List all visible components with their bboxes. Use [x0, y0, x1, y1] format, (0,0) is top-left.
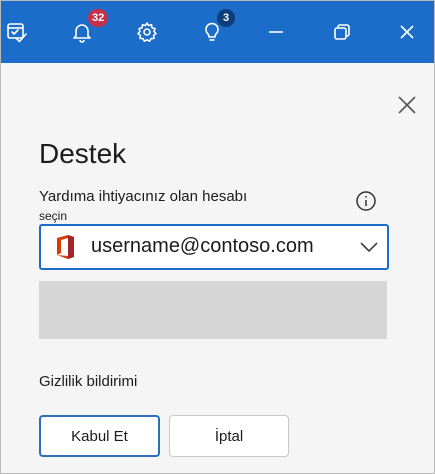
cancel-button[interactable]: İptal [169, 415, 289, 457]
privacy-notice-label: Gizlilik bildirimi [39, 373, 138, 390]
account-select[interactable]: username@contoso.com [39, 224, 389, 270]
restore-button[interactable] [317, 1, 367, 63]
close-icon [397, 95, 417, 120]
gear-icon [136, 21, 158, 43]
tips-button[interactable]: 3 [187, 1, 237, 63]
chevron-down-icon [359, 238, 379, 256]
support-window: 32 3 Destek Yardıma ihtiyacınız olan hes… [0, 0, 435, 474]
close-icon [398, 23, 416, 41]
calendar-check-icon [6, 21, 28, 43]
title-bar: 32 3 [1, 1, 434, 63]
selected-account: username@contoso.com [91, 235, 314, 257]
accept-button[interactable]: Kabul Et [39, 415, 160, 457]
notifications-count-badge: 32 [87, 8, 110, 28]
notifications-button[interactable]: 32 [57, 1, 110, 63]
tips-count-badge: 3 [216, 8, 236, 28]
my-day-button[interactable] [1, 1, 42, 63]
panel-close-button[interactable] [394, 94, 420, 120]
window-close-button[interactable] [382, 1, 432, 63]
settings-button[interactable] [122, 1, 172, 63]
account-select-label: Yardıma ihtiyacınız olan hesabı [39, 188, 248, 205]
page-title: Destek [39, 138, 127, 169]
minimize-button[interactable] [251, 1, 301, 63]
info-button[interactable] [355, 190, 377, 217]
office-logo-icon [53, 234, 77, 260]
restore-icon [333, 23, 351, 41]
content-placeholder [39, 281, 387, 339]
account-select-label-continued: seçin [39, 209, 68, 223]
minimize-icon [267, 23, 285, 41]
info-icon [355, 190, 377, 217]
